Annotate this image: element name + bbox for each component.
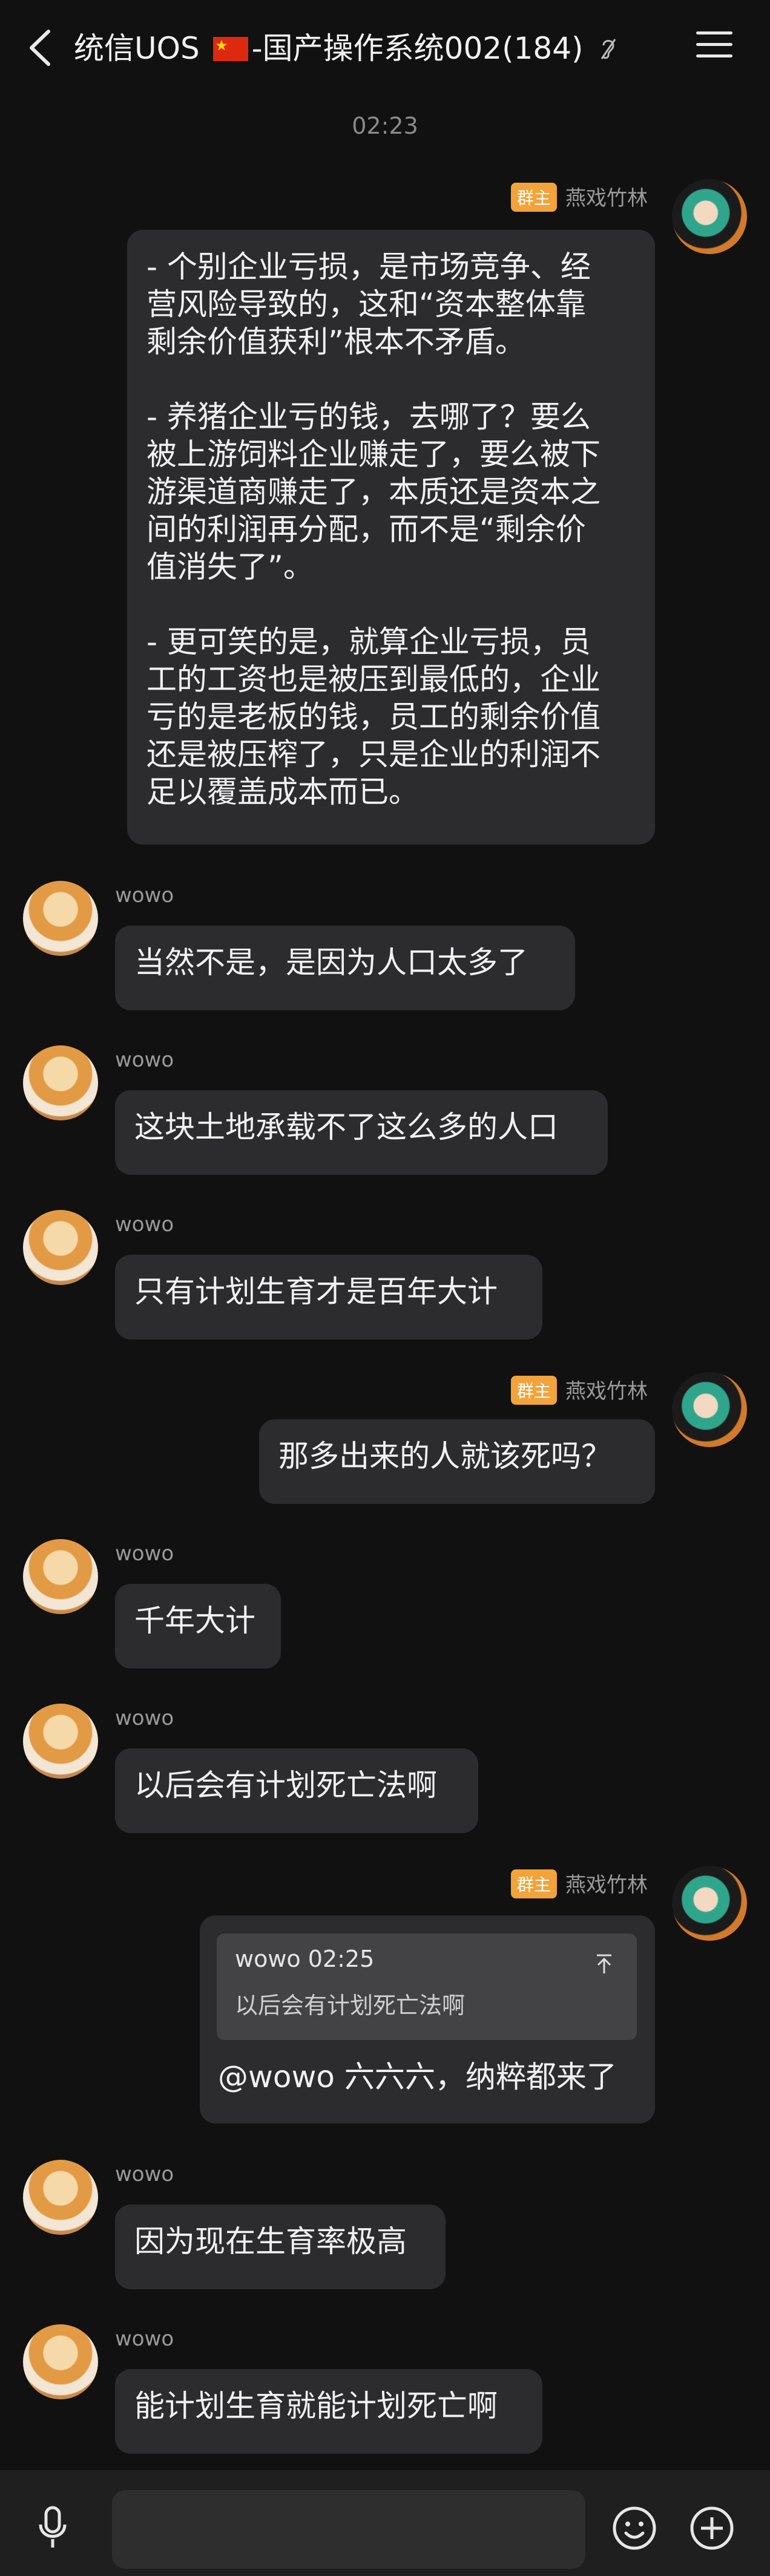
message-text: 能计划生育就能计划死亡啊 — [134, 2388, 498, 2424]
message-bubble[interactable]: 当然不是，是因为人口太多了 — [115, 926, 575, 1010]
message-text: 只有计划生育才是百年大计 — [134, 1274, 498, 1309]
cat-avatar[interactable] — [23, 2324, 98, 2399]
sender-name: wowo — [115, 2327, 174, 2351]
owner-badge: 群主 — [510, 1869, 557, 1898]
china-flag-icon — [212, 37, 248, 61]
chat-header: 统信UOS -国产操作系统002(184) — [0, 0, 770, 97]
hamburger-menu-icon[interactable] — [696, 31, 732, 62]
input-bar — [0, 2470, 770, 2576]
message-bubble[interactable]: 因为现在生育率极高 — [115, 2205, 446, 2289]
sender-name: wowo — [115, 1212, 174, 1237]
message-text: 当然不是，是因为人口太多了 — [134, 945, 528, 980]
timestamp: 02:23 — [352, 113, 418, 139]
microphone-icon[interactable] — [38, 2505, 68, 2552]
plus-icon[interactable] — [689, 2505, 735, 2554]
message-text: 这块土地承载不了这么多的人口 — [134, 1110, 558, 1145]
message-bubble[interactable]: 这块土地承载不了这么多的人口 — [115, 1090, 608, 1175]
chevron-left-icon[interactable] — [24, 27, 54, 69]
anime-avatar[interactable] — [672, 1372, 747, 1447]
anime-avatar[interactable] — [672, 179, 747, 254]
cat-avatar[interactable] — [23, 1210, 98, 1285]
message-bubble[interactable]: 以后会有计划死亡法啊 — [115, 1748, 478, 1833]
message-bubble[interactable]: wowo 02:25 以后会有计划死亡法啊 @wowo 六六六，纳粹都来了 — [200, 1915, 655, 2123]
quote-header: wowo 02:25 — [235, 1946, 375, 1972]
quoted-message[interactable]: wowo 02:25 以后会有计划死亡法啊 — [217, 1934, 637, 2040]
message-bubble[interactable]: 只有计划生育才是百年大计 — [115, 1255, 542, 1339]
jump-to-top-icon[interactable] — [592, 1952, 616, 1978]
chat-title[interactable]: 统信UOS -国产操作系统002(184) — [74, 30, 617, 69]
sender-name: 群主 燕戏竹林 — [510, 1868, 648, 1898]
emoji-icon[interactable] — [611, 2505, 657, 2554]
cat-avatar[interactable] — [23, 1539, 98, 1614]
message-bubble[interactable]: 那多出来的人就该死吗？ — [259, 1419, 655, 1504]
message-bubble[interactable]: 能计划生育就能计划死亡啊 — [115, 2369, 542, 2454]
cat-avatar[interactable] — [23, 881, 98, 956]
message-bubble[interactable]: 千年大计 — [115, 1584, 281, 1669]
cat-avatar[interactable] — [23, 1704, 98, 1779]
sender-name: wowo — [115, 1541, 174, 1566]
anime-avatar[interactable] — [672, 1866, 747, 1941]
message-input[interactable] — [112, 2490, 585, 2569]
owner-badge: 群主 — [510, 1376, 557, 1405]
message-text: 千年大计 — [134, 1603, 255, 1638]
message-text: 那多出来的人就该死吗？ — [278, 1439, 611, 1474]
cat-avatar[interactable] — [23, 1045, 98, 1120]
message-text: 以后会有计划死亡法啊 — [134, 1768, 437, 1803]
quote-text: 以后会有计划死亡法啊 — [235, 1992, 466, 2019]
sender-name: 群主 燕戏竹林 — [510, 181, 648, 212]
sender-name: wowo — [115, 1048, 174, 1072]
ear-off-icon — [600, 33, 617, 69]
cat-avatar[interactable] — [23, 2160, 98, 2235]
owner-badge: 群主 — [510, 183, 557, 212]
sender-name: wowo — [115, 2162, 174, 2186]
sender-name: 群主 燕戏竹林 — [510, 1375, 648, 1405]
title-suffix: -国产操作系统002(184) — [251, 31, 584, 66]
message-text: @wowo 六六六，纳粹都来了 — [218, 2059, 617, 2094]
message-text: 因为现在生育率极高 — [134, 2224, 407, 2259]
sender-name: wowo — [115, 1706, 174, 1730]
message-bubble[interactable]: - 个别企业亏损，是市场竞争、经 营风险导致的，这和“资本整体靠 剩余价值获利”… — [127, 230, 655, 845]
message-text: - 个别企业亏损，是市场竞争、经 营风险导致的，这和“资本整体靠 剩余价值获利”… — [146, 249, 601, 809]
title-prefix: 统信UOS — [74, 31, 200, 66]
sender-name: wowo — [115, 883, 174, 907]
